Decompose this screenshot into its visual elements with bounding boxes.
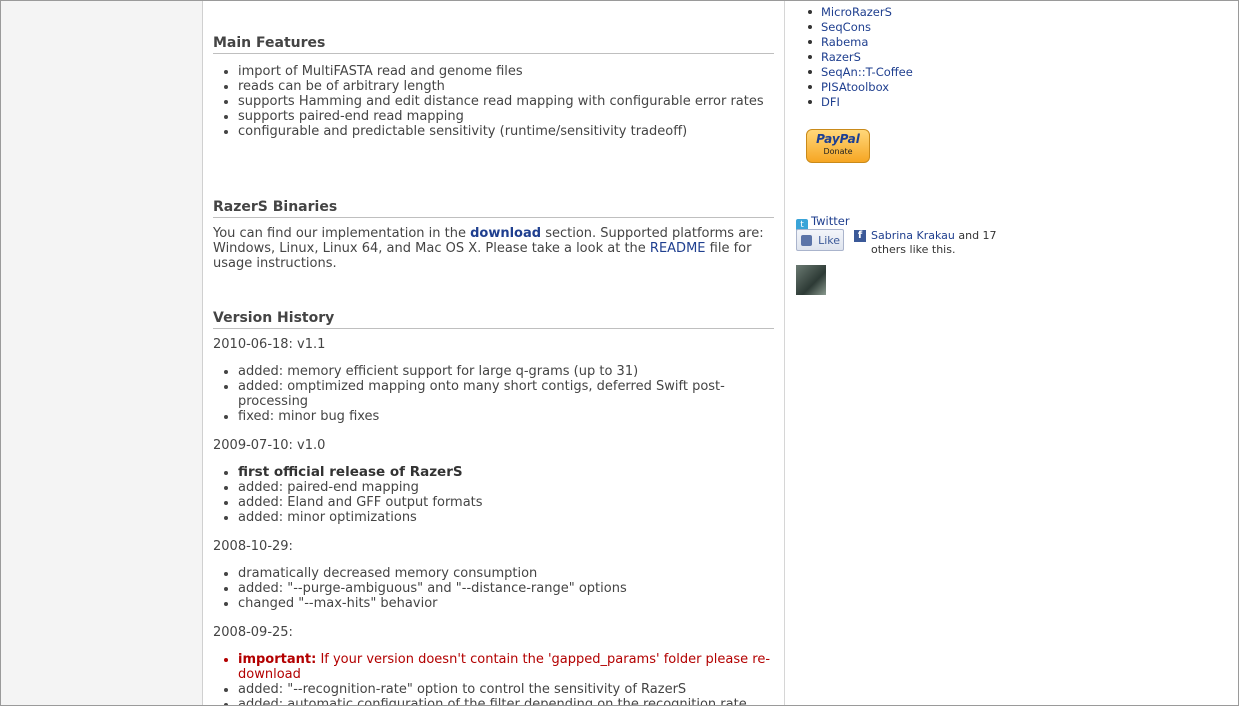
sidebar-item-dfi: DFI	[805, 95, 1238, 110]
version-list: dramatically decreased memory consumptio…	[213, 566, 774, 611]
like-count-text: Sabrina Krakau and 17 others like this.	[871, 229, 997, 256]
avatar[interactable]	[796, 265, 826, 295]
paypal-donate-button[interactable]: PayPal Donate	[806, 129, 870, 163]
list-item: configurable and predictable sensitivity…	[213, 124, 774, 139]
version-history-heading: Version History	[213, 310, 774, 329]
version-list: added: memory efficient support for larg…	[213, 364, 774, 424]
list-item: reads can be of arbitrary length	[213, 79, 774, 94]
project-links: MicroRazerS SeqCons Rabema RazerS SeqAn:…	[805, 5, 1238, 110]
binaries-paragraph: You can find our implementation in the d…	[213, 226, 764, 271]
list-item: added: "--purge-ambiguous" and "--distan…	[213, 581, 774, 596]
list-item: fixed: minor bug fixes	[213, 409, 774, 424]
donate-label: Donate	[823, 147, 853, 156]
sidebar-item-rabema: Rabema	[805, 35, 1238, 50]
version-list: important: If your version doesn't conta…	[213, 652, 774, 705]
version-list: first official release of RazerS added: …	[213, 465, 774, 525]
version-date: 2010-06-18: v1.1	[213, 337, 326, 352]
version-date: 2008-09-25:	[213, 625, 293, 640]
browser-viewport: Main Features import of MultiFASTA read …	[0, 0, 1239, 706]
list-item: supports Hamming and edit distance read …	[213, 94, 774, 109]
list-item: added: automatic configuration of the fi…	[213, 697, 774, 705]
facebook-like-button[interactable]: Like	[796, 229, 844, 251]
list-item: added: paired-end mapping	[213, 480, 774, 495]
sidebar-item-microrazers: MicroRazerS	[805, 5, 1238, 20]
list-item: import of MultiFASTA read and genome fil…	[213, 64, 774, 79]
version-date: 2009-07-10: v1.0	[213, 438, 326, 453]
sidebar-item-razers: RazerS	[805, 50, 1238, 65]
facebook-icon: f	[854, 230, 866, 242]
main-features-list: import of MultiFASTA read and genome fil…	[213, 64, 774, 139]
list-item: added: minor optimizations	[213, 510, 774, 525]
list-item: added: omptimized mapping onto many shor…	[213, 379, 774, 409]
list-item: added: "--recognition-rate" option to co…	[213, 682, 774, 697]
main-content: Main Features import of MultiFASTA read …	[203, 1, 785, 705]
list-item: changed "--max-hits" behavior	[213, 596, 774, 611]
sidebar-item-seqcons: SeqCons	[805, 20, 1238, 35]
sidebar-item-pisatoolbox: PISAtoolbox	[805, 80, 1238, 95]
liker-name-link[interactable]: Sabrina Krakau	[871, 229, 955, 242]
readme-link[interactable]: README	[650, 241, 706, 256]
version-date: 2008-10-29:	[213, 539, 293, 554]
list-item: added: Eland and GFF output formats	[213, 495, 774, 510]
important-item: important: If your version doesn't conta…	[213, 652, 774, 682]
list-item: first official release of RazerS	[213, 465, 774, 480]
left-margin	[1, 1, 203, 705]
sidebar: MicroRazerS SeqCons Rabema RazerS SeqAn:…	[785, 1, 1238, 705]
list-item: dramatically decreased memory consumptio…	[213, 566, 774, 581]
list-item: supports paired-end read mapping	[213, 109, 774, 124]
list-item: added: memory efficient support for larg…	[213, 364, 774, 379]
paypal-logo: PayPal	[816, 132, 860, 146]
sidebar-item-seqan-tcoffee: SeqAn::T-Coffee	[805, 65, 1238, 80]
main-features-heading: Main Features	[213, 35, 774, 54]
binaries-heading: RazerS Binaries	[213, 199, 774, 218]
thumbs-up-icon	[801, 235, 812, 246]
download-link[interactable]: download	[470, 226, 541, 241]
